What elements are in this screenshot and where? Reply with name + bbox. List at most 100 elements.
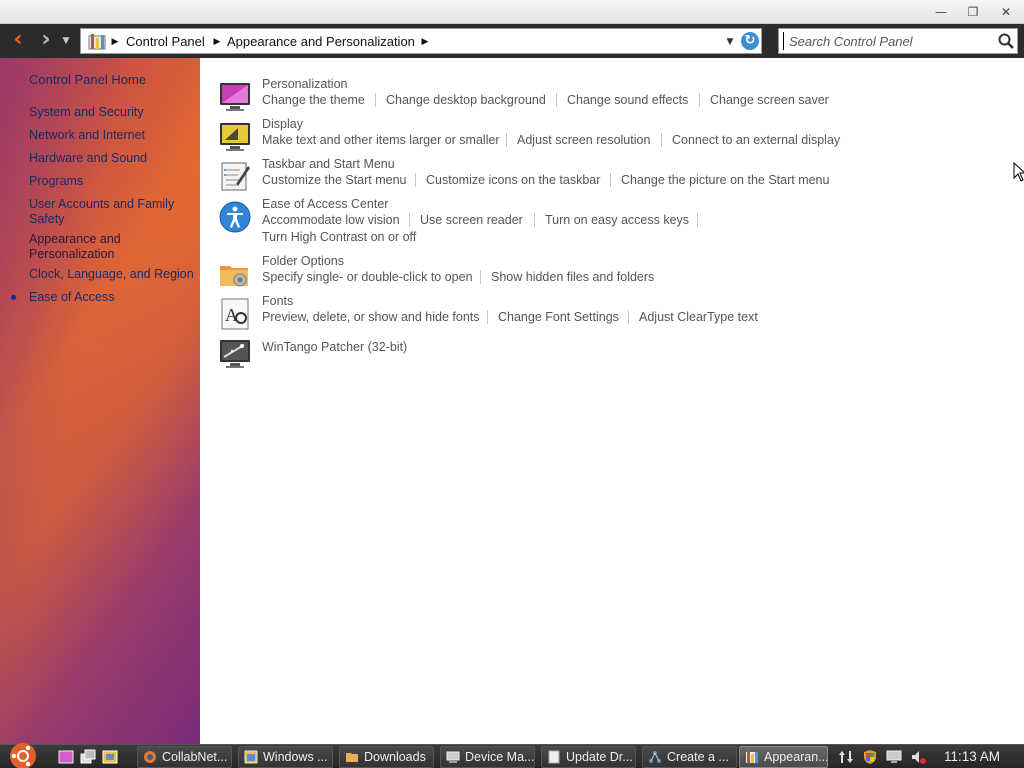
sidebar-control-panel-home[interactable]: Control Panel Home: [29, 72, 146, 87]
link-separator: [375, 93, 376, 107]
link-separator: [409, 213, 410, 227]
link-change-start-picture[interactable]: Change the picture on the Start menu: [621, 173, 829, 188]
link-change-theme[interactable]: Change the theme: [262, 93, 365, 108]
link-separator: [697, 213, 698, 227]
sidebar-item-appearance[interactable]: Appearance and Personalization: [29, 232, 139, 262]
search-input[interactable]: [783, 32, 993, 50]
start-button-icon[interactable]: [0, 743, 46, 768]
link-external-display[interactable]: Connect to an external display: [672, 133, 840, 148]
link-text-size[interactable]: Make text and other items larger or smal…: [262, 133, 500, 148]
mouse-cursor-icon: [1013, 162, 1024, 182]
taskbar-item-device-manager[interactable]: Device Ma...: [440, 746, 535, 768]
link-customize-taskbar-icons[interactable]: Customize icons on the taskbar: [426, 173, 600, 188]
sidebar-item-network[interactable]: Network and Internet: [29, 128, 145, 143]
link-separator: [610, 173, 611, 187]
display-icon[interactable]: [218, 120, 252, 154]
minimize-button[interactable]: —: [928, 2, 954, 22]
link-change-sound-effects[interactable]: Change sound effects: [567, 93, 688, 108]
link-adjust-resolution[interactable]: Adjust screen resolution: [517, 133, 650, 148]
sidebar-item-clock-language[interactable]: Clock, Language, and Region: [29, 267, 194, 282]
quick-launch-switch-icon[interactable]: [80, 749, 96, 765]
category-title-taskbar[interactable]: Taskbar and Start Menu: [262, 157, 395, 172]
category-title-wintango[interactable]: WinTango Patcher (32-bit): [262, 340, 407, 355]
link-change-desktop-background[interactable]: Change desktop background: [386, 93, 546, 108]
category-title-display[interactable]: Display: [262, 117, 303, 132]
ease-of-access-icon[interactable]: [218, 200, 252, 234]
restore-button[interactable]: ❐: [960, 2, 986, 22]
link-adjust-cleartype[interactable]: Adjust ClearType text: [639, 310, 758, 325]
link-change-font-settings[interactable]: Change Font Settings: [498, 310, 619, 325]
link-show-hidden-files[interactable]: Show hidden files and folders: [491, 270, 654, 285]
breadcrumb-separator[interactable]: ▶: [212, 33, 222, 51]
shield-icon[interactable]: [862, 749, 878, 765]
link-screen-reader[interactable]: Use screen reader: [420, 213, 523, 228]
quick-launch-window-icon[interactable]: [58, 749, 74, 765]
link-separator: [506, 133, 507, 147]
link-separator: [415, 173, 416, 187]
taskbar-item-collabnet[interactable]: CollabNet...: [137, 746, 232, 768]
link-change-screen-saver[interactable]: Change screen saver: [710, 93, 829, 108]
quick-launch-explorer-icon[interactable]: [102, 749, 118, 765]
task-label: Downloads: [364, 750, 426, 764]
personalization-icon[interactable]: [218, 80, 252, 114]
task-label: CollabNet...: [162, 750, 228, 764]
taskbar-item-create[interactable]: Create a ...: [642, 746, 737, 768]
sidebar-item-hardware[interactable]: Hardware and Sound: [29, 151, 147, 166]
category-title-personalization[interactable]: Personalization: [262, 77, 347, 92]
sidebar-item-programs[interactable]: Programs: [29, 174, 83, 189]
address-dropdown-button[interactable]: ▼: [724, 35, 736, 49]
link-easy-access-keys[interactable]: Turn on easy access keys: [545, 213, 689, 228]
network-transfer-icon[interactable]: [838, 749, 854, 765]
current-page-bullet: [11, 295, 16, 300]
close-button[interactable]: ✕: [993, 2, 1019, 22]
taskbar-item-downloads[interactable]: Downloads: [339, 746, 434, 768]
forward-button[interactable]: ›: [34, 28, 58, 54]
category-title-ease-of-access[interactable]: Ease of Access Center: [262, 197, 388, 212]
category-title-folder-options[interactable]: Folder Options: [262, 254, 344, 269]
breadcrumb-separator[interactable]: ▶: [110, 33, 120, 51]
link-separator: [480, 270, 481, 284]
device-manager-icon: [446, 751, 460, 763]
task-label: Device Ma...: [465, 750, 535, 764]
link-low-vision[interactable]: Accommodate low vision: [262, 213, 400, 228]
title-bar: — ❐ ✕: [0, 0, 1024, 24]
recent-pages-button[interactable]: ▼: [60, 34, 72, 48]
control-panel-icon: [88, 34, 106, 50]
search-box[interactable]: [778, 28, 1018, 54]
breadcrumb-separator[interactable]: ▶: [420, 33, 430, 51]
link-preview-fonts[interactable]: Preview, delete, or show and hide fonts: [262, 310, 480, 325]
search-icon[interactable]: [997, 32, 1015, 50]
sidebar-item-system-security[interactable]: System and Security: [29, 105, 144, 120]
network-icon: [649, 751, 661, 763]
category-title-fonts[interactable]: Fonts: [262, 294, 293, 309]
taskbar-item-update-driver[interactable]: Update Dr...: [541, 746, 636, 768]
link-separator: [487, 310, 488, 324]
taskbar-item-windows[interactable]: Windows ...: [238, 746, 333, 768]
taskbar-icon[interactable]: [218, 160, 252, 194]
document-icon: [548, 750, 560, 764]
control-panel-icon: [746, 751, 758, 763]
folder-icon: [346, 753, 358, 762]
back-button[interactable]: ‹: [6, 28, 30, 54]
address-bar[interactable]: ▶ Control Panel ▶ Appearance and Persona…: [80, 28, 762, 54]
sidebar-item-ease-of-access[interactable]: Ease of Access: [29, 290, 114, 305]
sidebar-item-user-accounts[interactable]: User Accounts and Family Safety: [29, 197, 179, 227]
monitor-icon[interactable]: [886, 749, 902, 765]
link-high-contrast[interactable]: Turn High Contrast on or off: [262, 230, 416, 245]
breadcrumb-control-panel[interactable]: Control Panel: [126, 33, 205, 51]
system-clock[interactable]: 11:13 AM: [940, 747, 1004, 767]
refresh-button[interactable]: ↻: [741, 32, 759, 50]
volume-muted-icon[interactable]: [910, 749, 926, 765]
folder-options-icon[interactable]: [218, 257, 252, 291]
task-label: Windows ...: [263, 750, 328, 764]
link-customize-start-menu[interactable]: Customize the Start menu: [262, 173, 407, 188]
task-label: Create a ...: [667, 750, 729, 764]
fonts-icon[interactable]: A: [218, 297, 252, 331]
wintango-icon[interactable]: [218, 337, 252, 371]
taskbar: CollabNet... Windows ... Downloads Devic…: [0, 743, 1024, 768]
link-single-double-click[interactable]: Specify single- or double-click to open: [262, 270, 473, 285]
taskbar-item-appearance[interactable]: Appearan...: [739, 746, 828, 768]
sidebar: Control Panel Home System and Security N…: [0, 58, 200, 744]
link-separator: [534, 213, 535, 227]
breadcrumb-appearance[interactable]: Appearance and Personalization: [227, 33, 415, 51]
